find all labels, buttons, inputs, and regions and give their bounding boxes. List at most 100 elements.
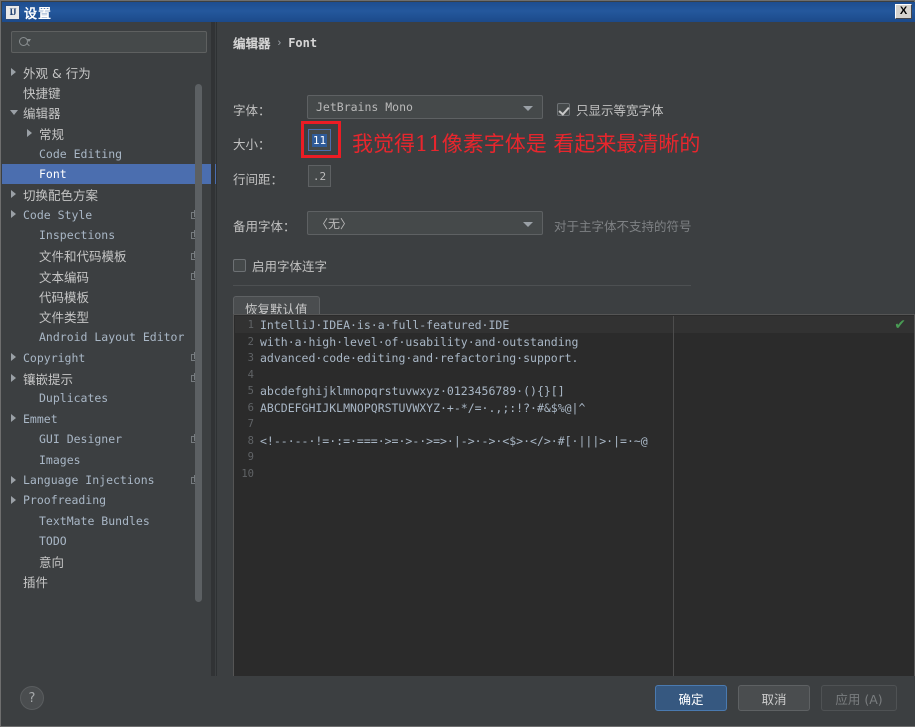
sidebar-item-21[interactable]: Proofreading [2,490,216,510]
sidebar-item-14[interactable]: Copyright [2,347,216,367]
sidebar-scrollbar-thumb[interactable] [195,84,202,602]
sidebar-item-1[interactable]: 快捷键 [2,82,216,102]
close-icon[interactable]: X [895,4,912,19]
sidebar-item-label: 镶嵌提示 [23,371,74,387]
settings-tree[interactable]: 外观 & 行为快捷键编辑器常规 Code Editing Font 切换配色方案 Cod… [2,62,216,676]
sidebar-item-8[interactable]: Inspections [2,225,216,245]
sidebar-scrollbar-track[interactable] [195,62,209,676]
preview-line-number: 5 [247,385,254,397]
sidebar-item-20[interactable]: Language Injections [2,470,216,490]
sidebar-item-label: Images [39,452,81,467]
section-divider [233,285,691,286]
chevron-closed-icon[interactable] [10,373,19,383]
chevron-closed-icon[interactable] [10,475,19,485]
chevron-closed-icon[interactable] [10,353,19,362]
dialog-footer: ? 确定 取消 应用 (A) [2,676,915,726]
chevron-open-icon[interactable] [10,108,19,117]
sidebar-item-label: 快捷键 [23,86,61,102]
cancel-button[interactable]: 取消 [738,685,810,711]
preview-line-number: 3 [247,352,254,364]
sidebar-item-24[interactable]: 意向 [2,551,216,571]
sidebar-item-18[interactable]: GUI Designer [2,429,216,449]
chevron-closed-icon[interactable] [26,128,35,138]
chevron-closed-icon[interactable] [10,190,19,199]
fallback-font-combobox[interactable]: 〈无〉 [307,211,543,235]
title-bar: IJ 设置 X [2,2,915,22]
chevron-closed-icon[interactable] [10,67,19,77]
sidebar-item-label: GUI Designer [39,432,123,447]
sidebar-item-7[interactable]: Code Style [2,205,216,225]
sidebar-item-9[interactable]: 文件和代码模板 [2,246,216,266]
ligatures-label: 启用字体连字 [252,259,328,274]
breadcrumb-parent[interactable]: 编辑器 [233,33,271,52]
sidebar-item-12[interactable]: 文件类型 [2,307,216,327]
sidebar-item-6[interactable]: 切换配色方案 [2,184,216,204]
search-input[interactable] [11,31,207,53]
font-settings-panel: 编辑器 › Font 字体： JetBrains Mono 只显示等宽字体 大小… [217,22,915,676]
line-height-input[interactable]: .2 [308,165,331,187]
sidebar-item-label: 文本编码 [39,269,90,285]
annotation-text: 我觉得11像素字体是 看起来最清晰的 [352,132,701,156]
ok-button[interactable]: 确定 [655,685,727,711]
sidebar-item-13[interactable]: Android Layout Editor [2,327,216,347]
chevron-down-icon [523,106,533,111]
preview-line-number: 1 [247,319,254,331]
preview-line-number: 7 [247,418,254,430]
sidebar-item-label: Emmet [23,411,58,426]
window-title: 设置 [24,5,53,21]
chevron-closed-icon[interactable] [10,495,19,505]
ligatures-checkbox[interactable]: 启用字体连字 [233,256,327,275]
sidebar-item-25[interactable]: 插件 [2,572,216,592]
sidebar-item-label: 编辑器 [23,106,61,122]
checkbox-box [233,259,246,272]
help-button[interactable]: ? [20,686,44,710]
chevron-down-icon [523,222,533,227]
preview-line-number: 4 [247,368,254,381]
sidebar-item-0[interactable]: 外观 & 行为 [2,62,216,82]
font-family-label: 字体： [233,103,271,118]
chevron-closed-icon[interactable] [10,414,19,423]
preview-line-text: abcdefghijklmnopqrstuvwxyz·0123456789·()… [260,384,565,398]
preview-line-text: ABCDEFGHIJKLMNOPQRSTUVWXYZ·+-*/=·.,;:!?·… [260,400,586,415]
font-preview-pane[interactable]: ✔ 1 IntelliJ·IDEA·is·a·full-featured·IDE 2… [233,314,915,676]
preview-line-number: 10 [241,467,254,480]
apply-button: 应用 (A) [821,685,897,711]
settings-dialog: IJ 设置 X 外观 & 行为 快捷键 编辑器 常规 Code Editing Font 切… [0,0,915,727]
font-size-input[interactable]: 11 [308,129,331,151]
sidebar-item-3[interactable]: 常规 [2,123,216,143]
preview-line-text: with·a·high·level·of·usability·and·outst… [260,334,579,349]
font-family-combobox[interactable]: JetBrains Mono [307,95,543,119]
sidebar-item-16[interactable]: Duplicates [2,388,216,408]
sidebar-item-10[interactable]: 文本编码 [2,266,216,286]
sidebar-item-label: 代码模板 [39,289,90,305]
sidebar-item-label: 切换配色方案 [23,188,99,204]
sidebar-item-label: 文件类型 [39,310,90,326]
sidebar-item-22[interactable]: TextMate Bundles [2,511,216,531]
breadcrumb: 编辑器 › Font [233,33,317,52]
sidebar-item-5[interactable]: Font [2,163,216,185]
sidebar-item-2[interactable]: 编辑器 [2,103,216,123]
preview-line-text: advanced·code·editing·and·refactoring·su… [260,351,579,365]
monospace-only-checkbox[interactable]: 只显示等宽字体 [557,100,664,119]
fallback-font-label: 备用字体： [233,219,296,234]
sidebar-item-11[interactable]: 代码模板 [2,286,216,306]
sidebar-item-4[interactable]: Code Editing [2,144,216,164]
sidebar-item-label: Proofreading [23,493,107,508]
sidebar-item-label: 常规 [39,126,65,142]
sidebar-item-15[interactable]: 镶嵌提示 [2,368,216,388]
chevron-closed-icon[interactable] [10,210,19,219]
line-height-label: 行间距： [233,172,284,187]
sidebar-item-17[interactable]: Emmet [2,409,216,429]
sidebar-item-23[interactable]: TODO [2,531,216,551]
sidebar-item-label: Font [39,167,67,182]
preview-line-number: 9 [247,451,254,463]
sidebar-item-19[interactable]: Images [2,449,216,469]
